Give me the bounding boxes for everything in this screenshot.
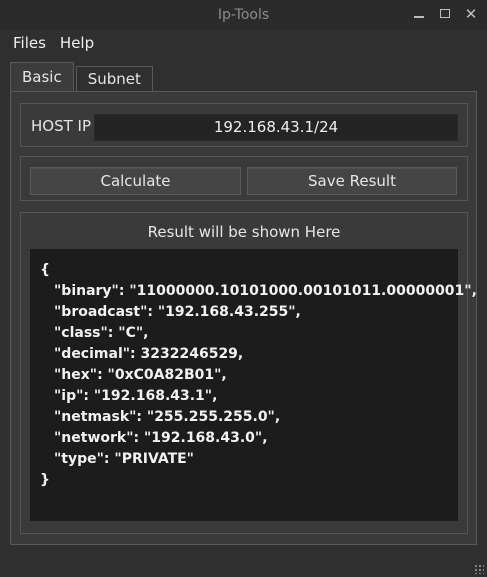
host-ip-label: HOST IP xyxy=(31,117,92,135)
tab-bar: Basic Subnet xyxy=(10,62,155,91)
json-line: "decimal": 3232246529, xyxy=(54,346,244,362)
tab-basic[interactable]: Basic xyxy=(10,62,74,91)
json-line: { xyxy=(40,262,50,278)
json-line: "ip": "192.168.43.1", xyxy=(54,388,218,404)
menu-help[interactable]: Help xyxy=(53,31,101,55)
host-group: HOST IP 192.168.43.1/24 xyxy=(20,103,468,147)
tab-subnet[interactable]: Subnet xyxy=(75,66,153,91)
window-controls: ✕ xyxy=(411,6,479,22)
close-icon[interactable]: ✕ xyxy=(463,6,479,22)
json-line: "hex": "0xC0A82B01", xyxy=(54,367,227,383)
host-ip-input[interactable]: 192.168.43.1/24 xyxy=(94,114,458,141)
json-line: "netmask": "255.255.255.0", xyxy=(54,409,281,425)
basic-tab-panel: HOST IP 192.168.43.1/24 Calculate Save R… xyxy=(10,91,477,545)
calculate-button[interactable]: Calculate xyxy=(30,167,241,195)
json-line: "type": "PRIVATE" xyxy=(54,451,194,467)
result-output[interactable]: { "binary": "11000000.10101000.00101011.… xyxy=(30,249,477,521)
title-bar: Ip-Tools ✕ xyxy=(0,0,487,31)
result-title: Result will be shown Here xyxy=(147,223,341,241)
menu-bar: Files Help xyxy=(0,31,487,55)
json-line: "binary": "11000000.10101000.00101011.00… xyxy=(54,283,477,299)
result-group: Result will be shown Here { "binary": "1… xyxy=(20,212,477,534)
menu-files[interactable]: Files xyxy=(6,31,53,55)
minimize-icon[interactable] xyxy=(411,6,427,22)
maximize-icon[interactable] xyxy=(437,6,453,22)
json-line: } xyxy=(40,472,50,488)
json-line: "class": "C", xyxy=(54,325,149,341)
action-group: Calculate Save Result xyxy=(20,156,468,201)
json-line: "network": "192.168.43.0", xyxy=(54,430,268,446)
json-line: "broadcast": "192.168.43.255", xyxy=(54,304,301,320)
resize-grip-icon[interactable] xyxy=(474,564,484,574)
save-result-button[interactable]: Save Result xyxy=(247,167,457,195)
